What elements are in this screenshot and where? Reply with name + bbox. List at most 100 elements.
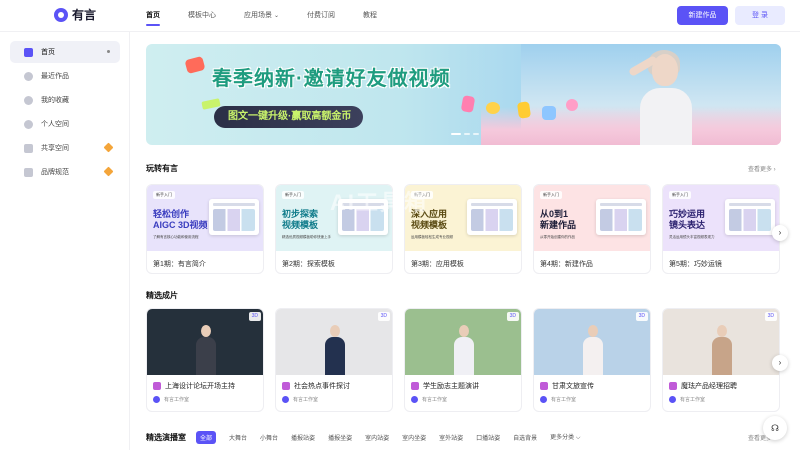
studio-filter-tab[interactable]: 自选背景 [513, 433, 537, 442]
studio-filter-tab[interactable]: 更多分类 ⌵ [550, 432, 580, 442]
studio-filter-tab[interactable]: 室内站姿 [365, 433, 389, 442]
video-author: 有言工作室 [680, 397, 706, 403]
heart-icon [566, 99, 578, 111]
photo-icon [542, 106, 556, 120]
featured-video-card[interactable]: 3D 上海设计论坛开场主持 有言工作室 [146, 308, 264, 412]
sidebar-item-label: 品牌规范 [41, 169, 69, 176]
sidebar: 首页 最近作品 我的收藏 个人空间 共享空间 品牌规范 [0, 32, 130, 450]
nav-scenarios[interactable]: 应用场景 ⌄ [244, 0, 279, 32]
tutorial-thumbnail: 新手入门 轻松创作 AIGC 3D视频 了解有言核心功能和使用流程 [147, 185, 263, 251]
video-title-row: 学生励志主题演讲 [411, 381, 479, 391]
tutorial-subtitle: 了解有言核心功能和使用流程 [153, 235, 199, 239]
video-thumbnail: 3D [405, 309, 521, 375]
nav-scenarios-label: 应用场景 [244, 12, 272, 19]
red-envelope-icon [184, 55, 206, 75]
watermark: AI工具箱 [330, 190, 429, 215]
sidebar-item-label: 最近作品 [41, 73, 69, 80]
badge-3d: 3D [764, 312, 777, 321]
presenter-figure [712, 325, 732, 375]
user-icon [24, 119, 33, 129]
badge-3d: 3D [506, 312, 519, 321]
tutorial-headline-line2: 视频模板 [282, 220, 319, 230]
video-author: 有言工作室 [422, 397, 448, 403]
coin-icon [486, 102, 500, 114]
video-author: 有言工作室 [164, 397, 190, 403]
presenter-body [196, 337, 216, 375]
main-nav: 首页 模板中心 应用场景 ⌄ 付费订阅 教程 [146, 0, 405, 32]
featured-video-card[interactable]: 3D 社会热点事件探讨 有言工作室 [275, 308, 393, 412]
tutorial-screenshot [596, 199, 646, 235]
tutorial-headline: 巧妙运用 镜头表达 [669, 209, 705, 231]
author-avatar-icon [669, 396, 676, 403]
banner-pill: 图文一键升级·赢取高额金币 [214, 106, 364, 128]
promo-banner[interactable]: 春季纳新·邀请好友做视频 图文一键升级·赢取高额金币 [146, 44, 781, 145]
tutorial-badge: 新手入门 [669, 191, 691, 199]
tutorial-card[interactable]: 新手入门 巧妙运用 镜头表达 灵活运用镜头丰富视频表现力 第5期：巧妙运镜 [662, 184, 780, 274]
headset-support-icon[interactable]: ☊ [763, 416, 787, 440]
studio-filter-tab[interactable]: 室外站姿 [439, 433, 463, 442]
author-avatar-icon [540, 396, 547, 403]
featured-video-card[interactable]: 3D 甘肃文旅宣传 有言工作室 [533, 308, 651, 412]
carousel-indicator[interactable] [451, 133, 479, 135]
sidebar-item-personal-space[interactable]: 个人空间 [10, 113, 120, 135]
tutorial-headline-line2: 视频模板 [411, 220, 448, 230]
nav-tutorials[interactable]: 教程 [363, 0, 377, 32]
video-author-row: 有言工作室 [540, 396, 576, 403]
tutorial-screenshot [725, 199, 775, 235]
carousel-dot[interactable] [451, 133, 461, 135]
login-button[interactable]: 登 录 [735, 6, 785, 25]
video-thumbnail: 3D [534, 309, 650, 375]
tutorial-card[interactable]: 新手入门 轻松创作 AIGC 3D视频 了解有言核心功能和使用流程 第1期：有言简介 [146, 184, 264, 274]
presenter-body [454, 337, 474, 375]
sidebar-item-recent[interactable]: 最近作品 [10, 65, 120, 87]
nav-subscription[interactable]: 付费订阅 [307, 0, 335, 32]
studio-filter-tab[interactable]: 播报站姿 [291, 433, 315, 442]
next-arrow-button[interactable]: › [772, 355, 788, 371]
presenter-head [717, 325, 727, 337]
view-more-link[interactable]: 查看更多 › [748, 164, 776, 173]
tutorial-subtitle: 精选优质视频模板助你快速上手 [282, 235, 331, 239]
tutorial-headline-line1: 初步探索 [282, 209, 319, 219]
tutorial-headline-line2: AIGC 3D视频 [153, 220, 208, 230]
card-icon [516, 101, 532, 119]
tutorial-headline: 轻松创作 AIGC 3D视频 [153, 209, 208, 231]
studio-filter-tab[interactable]: 口播站姿 [476, 433, 500, 442]
logo-icon [54, 7, 68, 22]
sidebar-item-shared-space[interactable]: 共享空间 [10, 137, 120, 159]
chevron-down-icon: ⌄ [274, 13, 280, 19]
nav-home[interactable]: 首页 [146, 0, 160, 32]
studio-filter-tab[interactable]: 大舞台 [229, 433, 247, 442]
studio-filter-tab[interactable]: 小舞台 [260, 433, 278, 442]
tutorial-headline-line2: 新建作品 [540, 220, 577, 230]
sidebar-item-brand[interactable]: 品牌规范 [10, 161, 120, 183]
next-arrow-button[interactable]: › [772, 225, 788, 241]
new-work-button[interactable]: 新建作品 [677, 6, 728, 25]
tutorial-card[interactable]: 新手入门 从0到1 新建作品 从零开始创建你的作品 第4期：新建作品 [533, 184, 651, 274]
video-title: 学生励志主题演讲 [423, 383, 479, 390]
carousel-dot[interactable] [464, 133, 470, 135]
studio-filter-tab[interactable]: 全部 [196, 430, 217, 444]
sidebar-item-favorites[interactable]: 我的收藏 [10, 89, 120, 111]
badge-3d: 3D [377, 312, 390, 321]
tutorial-headline-line1: 轻松创作 [153, 209, 190, 219]
featured-video-card[interactable]: 3D 魔珐产品经理招聘有言工作室 [662, 308, 780, 412]
nav-templates[interactable]: 模板中心 [188, 0, 216, 32]
featured-video-card[interactable]: 3D 学生励志主题演讲 有言工作室 [404, 308, 522, 412]
logo[interactable]: 有言 [54, 6, 96, 23]
video-type-icon [669, 382, 677, 390]
tutorial-caption: 第2期：探索模板 [282, 261, 335, 268]
banner-avatar-figure [628, 48, 698, 145]
figure-body [640, 88, 692, 145]
studio-filter-tab[interactable]: 播报坐姿 [328, 433, 352, 442]
sidebar-item-home[interactable]: 首页 [10, 41, 120, 63]
carousel-dot[interactable] [473, 133, 479, 135]
video-author: 有言工作室 [551, 397, 577, 403]
tutorial-subtitle: 从零开始创建你的作品 [540, 235, 575, 239]
video-author: 有言工作室 [293, 397, 319, 403]
video-title-row: 魔珐产品经理招聘 [669, 381, 737, 391]
presenter-figure [583, 325, 603, 375]
video-thumbnail: 3D [663, 309, 779, 375]
studio-filter-tab[interactable]: 室内坐姿 [402, 433, 426, 442]
video-title: 上海设计论坛开场主持 [165, 383, 235, 390]
tutorial-subtitle: 运用模板轻松生成专业视频 [411, 235, 453, 239]
